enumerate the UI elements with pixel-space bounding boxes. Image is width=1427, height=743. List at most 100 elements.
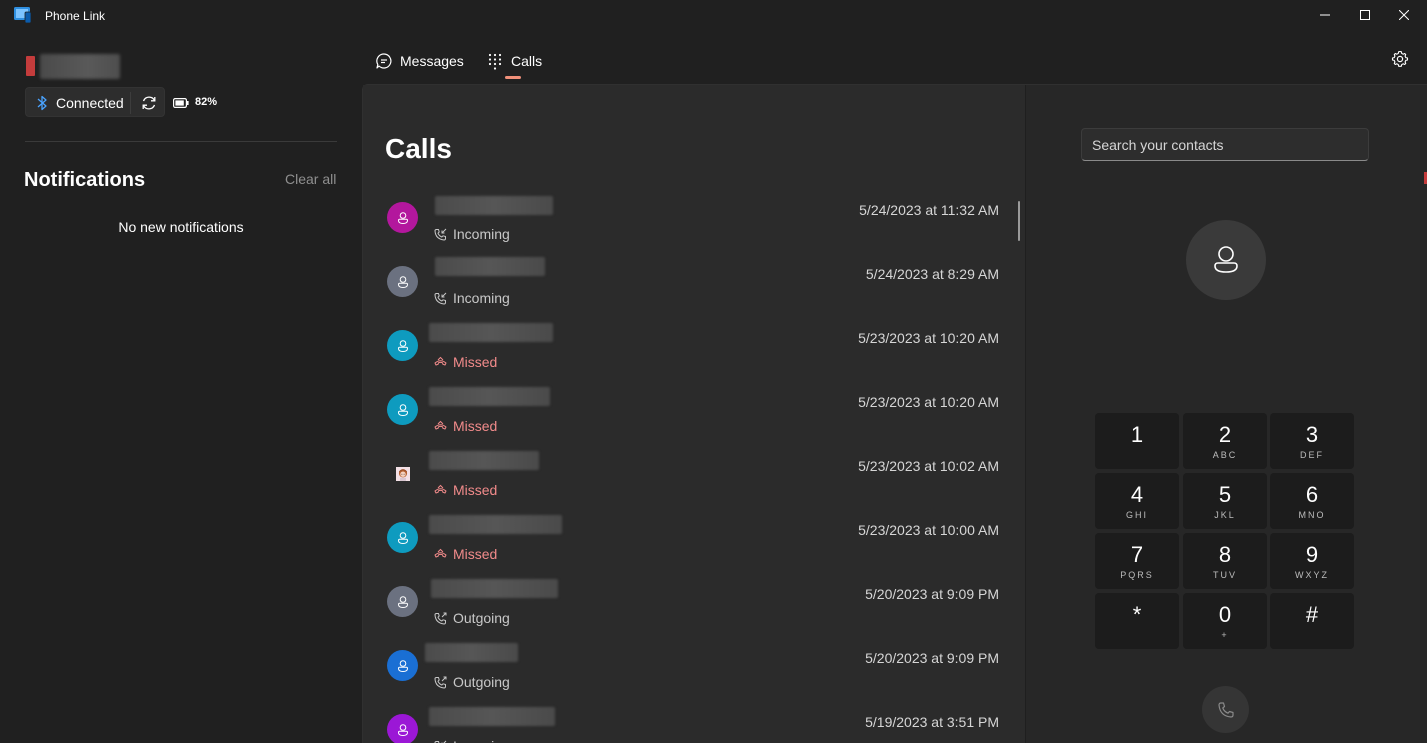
tab-messages-label: Messages <box>400 53 464 69</box>
tab-calls-label: Calls <box>511 53 543 69</box>
dialpad-key-letters: PQRS <box>1120 569 1154 580</box>
person-icon <box>397 403 408 416</box>
call-status: Incoming <box>434 290 510 306</box>
call-row[interactable]: Missed 5/23/2023 at 10:00 AM <box>363 512 1013 576</box>
call-status: Missed <box>434 418 497 434</box>
contact-avatar <box>387 522 418 553</box>
dialpad-key-letters: TUV <box>1213 569 1237 580</box>
contact-avatar <box>387 714 418 743</box>
call-status-label: Incoming <box>453 226 510 242</box>
missed-call-icon <box>434 356 447 365</box>
tab-calls[interactable]: Calls <box>486 49 542 73</box>
dialpad-key[interactable]: 7 PQRS <box>1095 533 1179 589</box>
call-status-label: Incoming <box>453 738 510 743</box>
missed-call-icon <box>434 548 447 557</box>
contact-name-redacted <box>429 387 550 406</box>
person-icon <box>397 339 408 352</box>
minimize-icon <box>1320 14 1330 16</box>
bluetooth-icon <box>37 95 47 111</box>
call-row[interactable]: Incoming 5/19/2023 at 3:51 PM <box>363 704 1013 743</box>
dialpad-key[interactable]: 4 GHI <box>1095 473 1179 529</box>
contact-name-redacted <box>429 515 562 534</box>
pill-divider <box>130 92 131 114</box>
scrollbar-thumb[interactable] <box>1018 201 1020 241</box>
contact-name-redacted <box>429 451 539 470</box>
call-timestamp: 5/20/2023 at 9:09 PM <box>865 586 999 602</box>
dialpad-key-number: 6 <box>1305 481 1319 507</box>
call-row[interactable]: Outgoing 5/20/2023 at 9:09 PM <box>363 576 1013 640</box>
person-icon <box>397 723 408 736</box>
contact-avatar <box>387 586 418 617</box>
phone-link-app-icon <box>14 7 32 24</box>
dialpad-key[interactable]: 1 <box>1095 413 1179 469</box>
pane-divider <box>1025 85 1026 743</box>
dialpad-key-number: * <box>1132 601 1142 627</box>
dialpad-key[interactable]: 9 WXYZ <box>1270 533 1354 589</box>
person-icon <box>397 211 408 224</box>
call-status-label: Outgoing <box>453 674 510 690</box>
contact-name-redacted <box>435 257 545 276</box>
call-timestamp: 5/19/2023 at 3:51 PM <box>865 714 999 730</box>
dialpad-key-letters: + <box>1221 629 1229 640</box>
dialpad-key-number: 3 <box>1305 421 1319 447</box>
call-row[interactable]: Incoming 5/24/2023 at 11:32 AM <box>363 192 1013 256</box>
person-icon <box>397 595 408 608</box>
calls-list-pane: Calls Incoming 5/24/2023 at 11:32 AM Incom… <box>363 85 1025 743</box>
dialpad-key-number: # <box>1305 601 1319 627</box>
dialpad-key[interactable]: 2 ABC <box>1183 413 1267 469</box>
call-status-label: Missed <box>453 418 498 434</box>
person-icon <box>397 275 408 288</box>
call-status-label: Outgoing <box>453 610 510 626</box>
dialpad-key-letters: JKL <box>1214 509 1236 520</box>
call-row[interactable]: Missed 5/23/2023 at 10:20 AM <box>363 320 1013 384</box>
dialpad-key[interactable]: * <box>1095 593 1179 649</box>
call-status: Incoming <box>434 738 510 743</box>
close-button[interactable] <box>1381 0 1427 30</box>
person-icon <box>1214 246 1238 273</box>
dialpad-key-letters: GHI <box>1125 509 1148 520</box>
call-row[interactable]: Missed 5/23/2023 at 10:02 AM <box>363 448 1013 512</box>
sync-icon[interactable] <box>140 94 158 112</box>
contact-avatar <box>387 458 418 489</box>
phone-icon <box>1217 701 1234 718</box>
dialpad-icon <box>488 53 502 70</box>
dialpad-key[interactable]: 6 MNO <box>1270 473 1354 529</box>
contact-search-input[interactable] <box>1081 128 1369 161</box>
call-timestamp: 5/20/2023 at 9:09 PM <box>865 650 999 666</box>
device-color-indicator <box>26 56 35 76</box>
dialpad-key-number: 9 <box>1305 541 1319 567</box>
dialpad-key-number: 7 <box>1130 541 1144 567</box>
device-name-redacted[interactable] <box>40 54 120 79</box>
dialpad-key-letters: WXYZ <box>1295 569 1329 580</box>
maximize-icon <box>1360 10 1370 20</box>
notifications-heading: Notifications <box>24 169 146 191</box>
battery-percentage: 82% <box>195 96 218 108</box>
settings-gear-icon[interactable] <box>1391 50 1409 68</box>
dialpad-key-number: 0 <box>1218 601 1232 627</box>
call-status-label: Missed <box>453 482 498 498</box>
contact-name-redacted <box>431 579 558 598</box>
calls-heading: Calls <box>385 133 452 164</box>
contact-name-redacted <box>429 323 553 342</box>
dialpad-key-number: 4 <box>1130 481 1144 507</box>
dialpad-key[interactable]: 5 JKL <box>1183 473 1267 529</box>
dialpad-key[interactable]: 8 TUV <box>1183 533 1267 589</box>
dialpad-key[interactable]: # <box>1270 593 1354 649</box>
call-row[interactable]: Incoming 5/24/2023 at 8:29 AM <box>363 256 1013 320</box>
place-call-button[interactable] <box>1202 686 1249 733</box>
call-timestamp: 5/23/2023 at 10:02 AM <box>858 458 999 474</box>
call-timestamp: 5/24/2023 at 8:29 AM <box>865 266 999 282</box>
call-row[interactable]: Missed 5/23/2023 at 10:20 AM <box>363 384 1013 448</box>
dialpad-key[interactable]: 3 DEF <box>1270 413 1354 469</box>
tab-messages[interactable]: Messages <box>375 49 464 73</box>
clear-all-button[interactable]: Clear all <box>285 171 336 187</box>
contact-avatar-placeholder <box>1186 220 1266 300</box>
call-row[interactable]: Outgoing 5/20/2023 at 9:09 PM <box>363 640 1013 704</box>
outgoing-call-icon <box>434 676 447 688</box>
connection-status-pill[interactable]: Connected <box>25 87 165 117</box>
contact-name-redacted <box>425 643 518 662</box>
contact-name-redacted <box>429 707 555 726</box>
window-title: Phone Link <box>45 9 106 23</box>
dialpad-key[interactable]: 0 + <box>1183 593 1267 649</box>
incoming-call-icon <box>434 292 447 304</box>
